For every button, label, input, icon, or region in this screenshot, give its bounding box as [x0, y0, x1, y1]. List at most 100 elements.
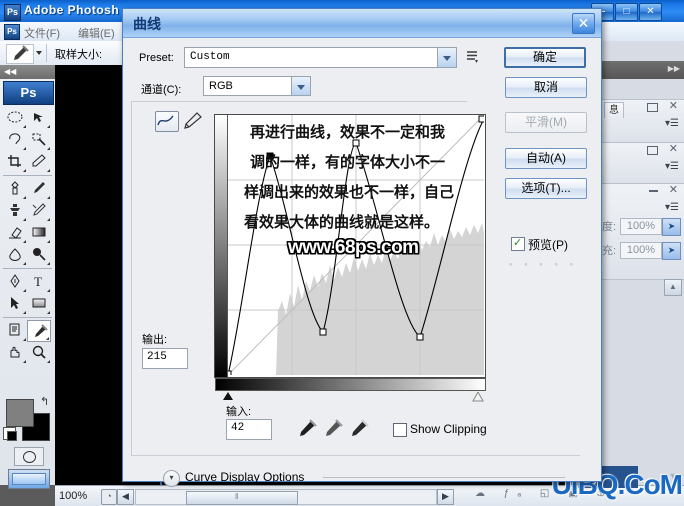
- preview-checkbox[interactable]: [511, 236, 525, 251]
- foreground-color-swatch[interactable]: [6, 399, 34, 427]
- tools-collapse-button[interactable]: ◀◀: [0, 65, 55, 79]
- tool-crop[interactable]: [3, 151, 27, 173]
- dock-collapse-button[interactable]: [600, 61, 684, 79]
- show-clipping-label: Show Clipping: [410, 422, 487, 436]
- input-label: 输入:: [226, 406, 252, 418]
- tool-preset-chevron-down-icon[interactable]: [36, 51, 42, 55]
- panel-secondary-menu-icon[interactable]: ▾☰: [665, 161, 679, 172]
- horizontal-scrollbar-thumb[interactable]: [186, 491, 298, 505]
- screen-mode-button[interactable]: [8, 469, 50, 489]
- panel-info: 息 ✕ ▾☰: [600, 99, 684, 143]
- channel-label: 通道(C):: [141, 84, 182, 96]
- quick-mask-toggle[interactable]: [14, 447, 44, 466]
- preview-label: 预览(P): [528, 238, 568, 252]
- auto-button[interactable]: 自动(A): [505, 148, 587, 169]
- app-maximize-button[interactable]: □: [615, 3, 638, 21]
- set-black-point-eyedropper[interactable]: [297, 419, 317, 442]
- tools-ps-badge: Ps: [3, 81, 54, 105]
- output-field[interactable]: 215: [142, 348, 188, 369]
- tools-group-selection: [3, 107, 52, 173]
- dialog-close-button[interactable]: ✕: [572, 13, 595, 34]
- fill-stepper-arrow[interactable]: ➤: [662, 242, 681, 260]
- tool-slice[interactable]: [27, 151, 51, 173]
- show-clipping-checkbox[interactable]: [393, 423, 407, 437]
- set-gray-point-eyedropper[interactable]: [323, 419, 343, 442]
- tool-lasso[interactable]: [3, 129, 27, 151]
- hscroll-left-button[interactable]: ◀: [117, 489, 134, 505]
- tool-brush[interactable]: [27, 178, 51, 200]
- dock-scroll-up-button[interactable]: ▲: [664, 279, 682, 296]
- panel-info-menu-icon[interactable]: ▾☰: [665, 118, 679, 129]
- active-tool-preview-icon[interactable]: [6, 44, 34, 64]
- panel-layers-close-icon[interactable]: ✕: [669, 185, 678, 196]
- options-button[interactable]: 选项(T)...: [505, 178, 587, 199]
- panel-layers-minimize-icon[interactable]: [649, 190, 658, 193]
- panel-layers-menu-icon[interactable]: ▾☰: [665, 202, 679, 213]
- menu-file[interactable]: 文件(F): [24, 25, 60, 41]
- tool-path-selection[interactable]: [3, 293, 27, 315]
- tool-blur[interactable]: [3, 244, 27, 266]
- tool-history-brush[interactable]: [27, 200, 51, 222]
- opacity-field[interactable]: 100%: [620, 218, 662, 235]
- dialog-group-line-top: [131, 101, 467, 102]
- cancel-button[interactable]: 取消: [505, 77, 587, 98]
- tools-group-utility: [3, 320, 52, 364]
- curve-plot-area[interactable]: 再进行曲线，效果不一定和我 调的一样，有的字体大小不一 样调出来的效果也不一样，…: [228, 115, 485, 377]
- hscroll-right-button[interactable]: ▶: [437, 489, 454, 505]
- dialog-titlebar[interactable]: 曲线 ✕: [123, 9, 601, 38]
- input-field[interactable]: 42: [226, 419, 272, 440]
- curve-point-tool-button[interactable]: [155, 111, 179, 132]
- panel-secondary-minimize-icon[interactable]: [647, 146, 658, 155]
- panel-info-tab[interactable]: 息: [604, 102, 624, 118]
- preset-value: Custom: [190, 51, 230, 63]
- horizontal-scrollbar-track[interactable]: [135, 489, 437, 505]
- panel-secondary: ✕ ▾☰: [600, 142, 684, 184]
- tool-healing-brush[interactable]: [3, 178, 27, 200]
- curves-dialog: 曲线 ✕ Preset: Custom 通道(C): RGB 再进行曲线，效果不…: [122, 8, 602, 487]
- svg-text:T: T: [34, 274, 42, 288]
- opacity-stepper-arrow[interactable]: ➤: [662, 218, 681, 236]
- white-point-marker[interactable]: [472, 390, 484, 402]
- eyedropper-icon: [14, 45, 29, 60]
- tools-group-vector: T: [3, 271, 52, 315]
- dialog-group-line-bottom: [131, 455, 580, 456]
- status-proxy-icon[interactable]: ◔: [101, 489, 117, 505]
- zoom-level-label[interactable]: 100%: [59, 490, 87, 502]
- tool-rectangle-shape[interactable]: [27, 293, 51, 315]
- default-colors-icon[interactable]: [3, 427, 17, 441]
- pencil-draw-tool-icon: [184, 112, 202, 129]
- tool-marquee-ellipse[interactable]: [3, 107, 27, 129]
- tool-eyedropper[interactable]: [27, 320, 51, 342]
- tool-pen[interactable]: [3, 271, 27, 293]
- curves-graph[interactable]: 再进行曲线，效果不一定和我 调的一样，有的字体大小不一 样调出来的效果也不一样，…: [214, 114, 486, 378]
- channel-chevron-down-icon[interactable]: [291, 77, 310, 95]
- tool-type[interactable]: T: [27, 271, 51, 293]
- tool-notes[interactable]: [3, 320, 27, 342]
- fill-field[interactable]: 100%: [620, 242, 662, 259]
- preset-select[interactable]: Custom: [184, 47, 457, 68]
- app-close-button[interactable]: ✕: [639, 3, 662, 21]
- panel-info-minimize-icon[interactable]: [647, 103, 658, 112]
- black-point-marker[interactable]: [223, 392, 233, 400]
- chevron-down-icon[interactable]: ▾: [163, 470, 180, 487]
- preset-chevron-down-icon[interactable]: [437, 48, 456, 67]
- eyedropper-icon: [352, 419, 369, 436]
- ok-button[interactable]: 确定: [504, 47, 586, 68]
- tool-eraser[interactable]: [3, 222, 27, 244]
- tool-gradient[interactable]: [27, 222, 51, 244]
- set-white-point-eyedropper[interactable]: [349, 419, 369, 442]
- panel-info-close-icon[interactable]: ✕: [669, 101, 678, 112]
- channel-select[interactable]: RGB: [203, 76, 311, 96]
- tool-magic-wand[interactable]: [27, 129, 51, 151]
- pencil-draw-tool-button[interactable]: [183, 112, 203, 132]
- tool-hand[interactable]: [3, 342, 27, 364]
- tool-clone-stamp[interactable]: [3, 200, 27, 222]
- swap-colors-icon[interactable]: ↰: [40, 395, 49, 408]
- menu-edit[interactable]: 编辑(E): [78, 25, 115, 41]
- preset-options-icon[interactable]: [466, 50, 480, 67]
- tool-move[interactable]: [27, 107, 51, 129]
- panel-secondary-close-icon[interactable]: ✕: [669, 144, 678, 155]
- tool-dodge[interactable]: [27, 244, 51, 266]
- tool-zoom[interactable]: [27, 342, 51, 364]
- dialog-body: Preset: Custom 通道(C): RGB 再进行曲线，效果不一定和我 …: [131, 41, 593, 487]
